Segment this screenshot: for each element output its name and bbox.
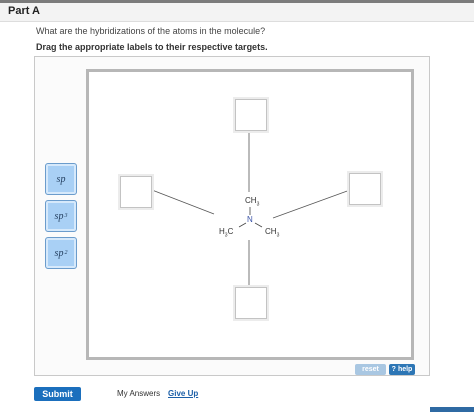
atom-center-n: N bbox=[247, 215, 253, 224]
corner-tab bbox=[430, 407, 474, 412]
submit-button[interactable]: Submit bbox=[34, 387, 81, 401]
label-sp3-text: sp bbox=[54, 210, 64, 222]
leader-line-right bbox=[272, 189, 351, 219]
part-header: Part A bbox=[0, 3, 474, 22]
atom-top-sub: 3 bbox=[256, 201, 260, 208]
label-sp2[interactable]: sp 2 bbox=[45, 237, 77, 269]
instruction-text: Drag the appropriate labels to their res… bbox=[36, 42, 268, 52]
question-text: What are the hybridizations of the atoms… bbox=[36, 26, 266, 36]
leader-line-left bbox=[151, 189, 215, 215]
my-answers-link[interactable]: My Answers bbox=[117, 389, 160, 398]
atom-left-h3c: H3C bbox=[219, 227, 233, 239]
atom-right-sub: 3 bbox=[276, 232, 280, 239]
label-sp[interactable]: sp bbox=[45, 163, 77, 195]
submit-label: Submit bbox=[42, 389, 73, 399]
help-label: help bbox=[397, 366, 413, 373]
help-icon: ? bbox=[391, 366, 396, 373]
help-button[interactable]: ? help bbox=[389, 364, 415, 375]
part-title: Part A bbox=[8, 5, 40, 17]
bond-n-left bbox=[238, 222, 247, 228]
reset-button[interactable]: reset bbox=[355, 364, 386, 375]
give-up-link[interactable]: Give Up bbox=[168, 389, 198, 398]
label-sp3[interactable]: sp 3 bbox=[45, 200, 77, 232]
atom-right-ch3: CH3 bbox=[265, 227, 279, 239]
label-sp2-superscript: 2 bbox=[64, 250, 68, 256]
atom-top-ch3: CH3 bbox=[245, 196, 259, 208]
label-sp3-superscript: 3 bbox=[64, 213, 68, 219]
bond-n-right bbox=[254, 222, 263, 228]
label-sp-text: sp bbox=[56, 173, 66, 185]
drop-target-bottom[interactable] bbox=[235, 287, 267, 319]
atom-top-base: CH bbox=[245, 196, 257, 205]
atom-left-tail: C bbox=[227, 227, 234, 236]
drop-target-left[interactable] bbox=[120, 176, 152, 208]
drop-target-right[interactable] bbox=[349, 173, 381, 205]
label-sp2-text: sp bbox=[54, 247, 64, 259]
atom-right-base: CH bbox=[265, 227, 277, 236]
drop-target-top[interactable] bbox=[235, 99, 267, 131]
reset-label: reset bbox=[362, 366, 379, 373]
